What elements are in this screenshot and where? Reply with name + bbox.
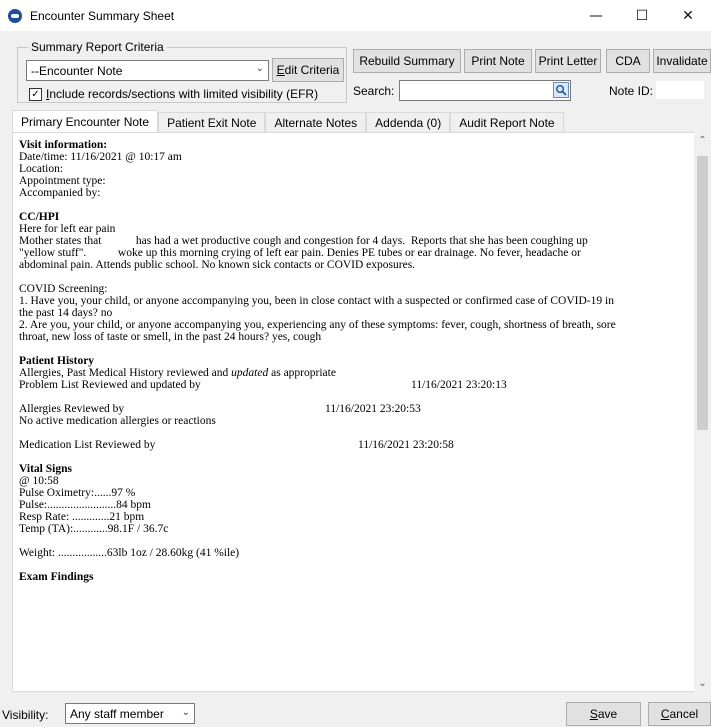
window-title: Encounter Summary Sheet xyxy=(30,8,175,23)
cancel-button[interactable]: Cancel xyxy=(648,702,711,726)
save-label: ave xyxy=(597,707,618,721)
vertical-scrollbar[interactable]: ⌃ ⌄ xyxy=(694,132,711,692)
chevron-down-icon: ⌄ xyxy=(255,63,264,74)
history-em: updated xyxy=(231,367,269,379)
allergies-time: 11/16/2021 23:20:53 xyxy=(325,403,421,415)
cancel-label: ancel xyxy=(669,707,699,721)
include-efr-checkbox[interactable]: ✓ xyxy=(29,88,42,101)
allergies-note: No active medication allergies or reacti… xyxy=(19,415,216,427)
visit-heading: Visit information: xyxy=(19,139,108,151)
search-button[interactable] xyxy=(553,82,569,98)
vitals-line: Pulse Oximetry:......97 % xyxy=(19,487,136,499)
visibility-value: Any staff member xyxy=(70,706,164,721)
covid-line: COVID Screening: xyxy=(19,283,108,295)
note-viewer[interactable]: Visit information: Date/time: 11/16/2021… xyxy=(12,132,711,692)
problem-list-label: Problem List Reviewed and updated by xyxy=(19,379,201,391)
note-document: Visit information: Date/time: 11/16/2021… xyxy=(19,139,695,583)
criteria-legend: Summary Report Criteria xyxy=(28,40,167,54)
visibility-dropdown[interactable]: Any staff member ⌄ xyxy=(65,703,195,724)
exam-heading: Exam Findings xyxy=(19,571,94,583)
tab-audit-report-note[interactable]: Audit Report Note xyxy=(450,112,564,132)
medlist-label: Medication List Reviewed by xyxy=(19,439,156,451)
medlist-line: Medication List Reviewed by 11/16/2021 2… xyxy=(19,439,695,451)
edit-criteria-label: dit Criteria xyxy=(284,63,340,77)
minimize-button[interactable]: — xyxy=(573,0,619,31)
problem-list-time: 11/16/2021 23:20:13 xyxy=(411,379,507,391)
weight-line: Weight: .................63lb 1oz / 28.6… xyxy=(19,547,240,559)
tab-alternate-notes[interactable]: Alternate Notes xyxy=(265,112,367,132)
include-efr-label: Include records/sections with limited vi… xyxy=(46,87,318,101)
history-pre: Allergies, Past Medical History reviewed… xyxy=(19,367,232,379)
print-letter-button[interactable]: Print Letter xyxy=(535,49,601,73)
close-button[interactable]: ✕ xyxy=(665,0,711,31)
history-post: as appropriate xyxy=(268,367,336,379)
scroll-down-icon[interactable]: ⌄ xyxy=(694,675,711,692)
include-efr-text: nclude records/sections with limited vis… xyxy=(49,87,319,101)
title-bar: Encounter Summary Sheet — ☐ ✕ xyxy=(0,0,711,31)
visit-line: Date/time: 11/16/2021 @ 10:17 am xyxy=(19,151,182,163)
vitals-heading: Vital Signs xyxy=(19,463,72,475)
covid-line: the past 14 days? no xyxy=(19,307,113,319)
visit-line: Location: xyxy=(19,163,64,175)
note-tabs: Primary Encounter Note Patient Exit Note… xyxy=(12,110,564,132)
allergies-line: Allergies Reviewed by 11/16/2021 23:20:5… xyxy=(19,403,695,415)
tab-addenda[interactable]: Addenda (0) xyxy=(366,112,451,132)
covid-line: 1. Have you, your child, or anyone accom… xyxy=(19,295,614,307)
search-icon xyxy=(555,84,567,96)
history-line: Allergies, Past Medical History reviewed… xyxy=(19,367,695,379)
cchpi-heading: CC/HPI xyxy=(19,211,60,223)
cancel-accel: C xyxy=(660,707,670,721)
visibility-label: Visibility: xyxy=(2,708,49,722)
cchpi-line: Here for left ear pain xyxy=(19,223,116,235)
vitals-line: Temp (TA):............98.1F / 36.7c xyxy=(19,523,169,535)
note-id-field xyxy=(656,81,704,99)
vitals-line: Pulse:........................84 bpm xyxy=(19,499,151,511)
criteria-dropdown[interactable]: --Encounter Note ⌄ xyxy=(26,60,269,81)
tab-primary-encounter-note[interactable]: Primary Encounter Note xyxy=(12,110,159,132)
invalidate-button[interactable]: Invalidate xyxy=(653,49,711,73)
vitals-line: @ 10:58 xyxy=(19,475,59,487)
app-logo-icon xyxy=(8,8,22,23)
maximize-button[interactable]: ☐ xyxy=(619,0,665,31)
edit-criteria-button[interactable]: Edit Criteria xyxy=(272,58,344,82)
vitals-line: Resp Rate: .............21 bpm xyxy=(19,511,145,523)
chevron-down-icon: ⌄ xyxy=(181,707,190,718)
history-heading: Patient History xyxy=(19,355,95,367)
scroll-up-icon[interactable]: ⌃ xyxy=(694,132,711,149)
print-note-button[interactable]: Print Note xyxy=(464,49,532,73)
cchpi-line: "yellow stuff". woke up this morning cry… xyxy=(19,247,581,259)
cchpi-line: Mother states that has had a wet product… xyxy=(19,235,588,247)
allergies-label: Allergies Reviewed by xyxy=(19,403,125,415)
covid-line: 2. Are you, your child, or anyone accomp… xyxy=(19,319,616,331)
edit-criteria-accel: E xyxy=(276,63,285,77)
rebuild-summary-button[interactable]: Rebuild Summary xyxy=(353,49,461,73)
cchpi-line: abdominal pain. Attends public school. N… xyxy=(19,259,416,271)
note-id-label: Note ID: xyxy=(609,84,654,98)
visit-line: Appointment type: xyxy=(19,175,106,187)
visit-line: Accompanied by: xyxy=(19,187,101,199)
tab-patient-exit-note[interactable]: Patient Exit Note xyxy=(158,112,266,132)
save-button[interactable]: Save xyxy=(566,702,641,726)
save-accel: S xyxy=(589,707,598,721)
scroll-thumb[interactable] xyxy=(697,156,708,430)
medlist-time: 11/16/2021 23:20:58 xyxy=(358,439,454,451)
cda-button[interactable]: CDA xyxy=(606,49,650,73)
covid-line: throat, new loss of taste or smell, in t… xyxy=(19,331,322,343)
criteria-dropdown-value: --Encounter Note xyxy=(31,63,123,78)
search-input[interactable] xyxy=(399,80,571,101)
search-label: Search: xyxy=(353,84,395,98)
problem-list-line: Problem List Reviewed and updated by 11/… xyxy=(19,379,695,391)
